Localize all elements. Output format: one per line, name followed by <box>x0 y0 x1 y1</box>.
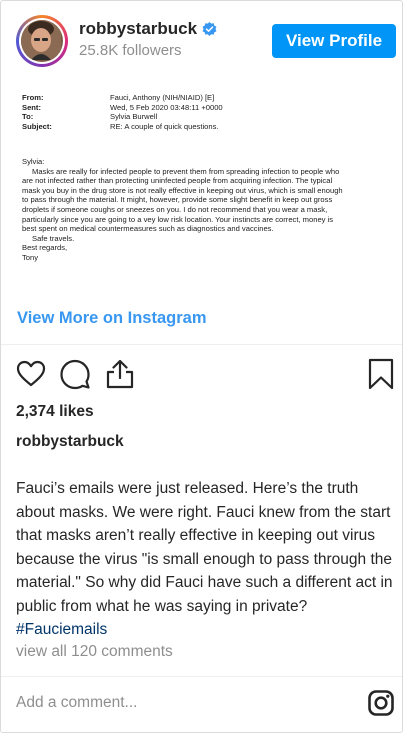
email-body: Sylvia: Masks are really for infected pe… <box>22 157 396 263</box>
post-image-email[interactable]: From: Fauci, Anthony (NIH/NIAID) [E] Sen… <box>1 81 402 297</box>
comment-icon[interactable] <box>59 358 91 390</box>
email-greeting: Sylvia: <box>22 157 45 166</box>
follower-count: 25.8K followers <box>79 42 182 59</box>
view-all-comments-link[interactable]: view all 120 comments <box>16 643 173 661</box>
divider <box>1 344 402 345</box>
email-line: mask you buy in the drug store is not re… <box>22 185 343 195</box>
comment-bar: Add a comment... <box>1 676 402 732</box>
instagram-icon[interactable] <box>368 690 394 716</box>
email-safe-travels: Safe travels. <box>32 233 75 243</box>
heart-icon[interactable] <box>15 358 47 390</box>
action-bar <box>1 358 402 392</box>
email-line: are not infected rather than protecting … <box>22 176 333 186</box>
post-header: robbystarbuck 25.8K followers View Profi… <box>1 1 402 80</box>
verified-badge-icon <box>202 21 217 36</box>
email-line: best spent on medical countermeasures su… <box>22 224 274 234</box>
comment-input[interactable]: Add a comment... <box>16 694 137 712</box>
email-sent-row: Sent: Wed, 5 Feb 2020 03:48:11 +0000 <box>22 102 223 112</box>
email-line: Masks are really for infected people to … <box>32 166 340 176</box>
email-from-row: From: Fauci, Anthony (NIH/NIAID) [E] <box>22 93 215 102</box>
caption-text: Fauci’s emails were just released. Here’… <box>16 480 393 615</box>
username-link[interactable]: robbystarbuck <box>79 19 197 39</box>
avatar[interactable] <box>16 15 68 67</box>
view-more-link[interactable]: View More on Instagram <box>17 309 207 328</box>
like-count[interactable]: 2,374 likes <box>16 403 94 421</box>
email-to-row: To: Sylvia Burwell <box>22 112 158 121</box>
email-line: to pass through the material. It might, … <box>22 195 333 205</box>
email-closing: Best regards, <box>22 243 68 253</box>
caption-username[interactable]: robbystarbuck <box>16 433 124 451</box>
email-line: particularly since you are going to a ve… <box>22 214 334 224</box>
share-icon[interactable] <box>105 358 135 390</box>
email-line: droplets if someone coughs or sneezes on… <box>22 204 328 214</box>
bookmark-icon[interactable] <box>368 358 394 390</box>
post-caption: Fauci’s emails were just released. Here’… <box>16 477 394 642</box>
email-signature: Tony <box>22 252 39 262</box>
instagram-embed-card: robbystarbuck 25.8K followers View Profi… <box>0 0 403 733</box>
view-profile-button[interactable]: View Profile <box>272 24 396 58</box>
hashtag-link[interactable]: #Fauciemails <box>16 621 107 638</box>
email-subject-row: Subject: RE: A couple of quick questions… <box>22 121 219 131</box>
